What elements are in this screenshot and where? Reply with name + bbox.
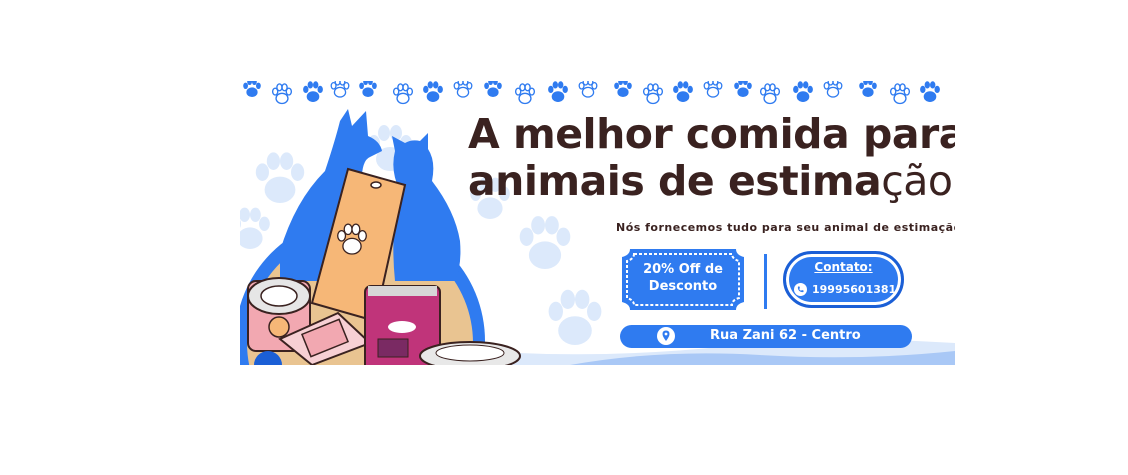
divider [764, 254, 767, 309]
discount-line-1: 20% Off de [643, 262, 723, 277]
discount-text: 20% Off de Desconto [622, 261, 744, 295]
headline-line-2-light: ção [881, 157, 953, 205]
address-bar: Rua Zani 62 - Centro [620, 325, 912, 348]
contact-button[interactable]: Contato: 19995601381 [783, 251, 904, 308]
address-text: Rua Zani 62 - Centro [710, 328, 861, 343]
cat-silhouette-icon [392, 133, 461, 281]
pet-food-banner: A melhor comida para animais de estimaçã… [240, 81, 955, 365]
contact-label: Contato: [814, 260, 873, 274]
subtitle: Nós fornecemos tudo para seu animal de e… [616, 221, 955, 234]
page: A melhor comida para animais de estimaçã… [0, 0, 1128, 475]
headline-line-2-bold: animais de estima [468, 157, 882, 205]
discount-line-2: Desconto [648, 279, 718, 294]
headline-line-2: animais de estimação [468, 158, 955, 205]
tin-can [419, 341, 521, 365]
headline: A melhor comida para animais de estimaçã… [468, 111, 955, 205]
phone-icon [794, 283, 807, 296]
map-pin-icon [657, 327, 675, 345]
contact-phone: 19995601381 [812, 283, 897, 296]
headline-line-1: A melhor comida para [468, 110, 955, 158]
